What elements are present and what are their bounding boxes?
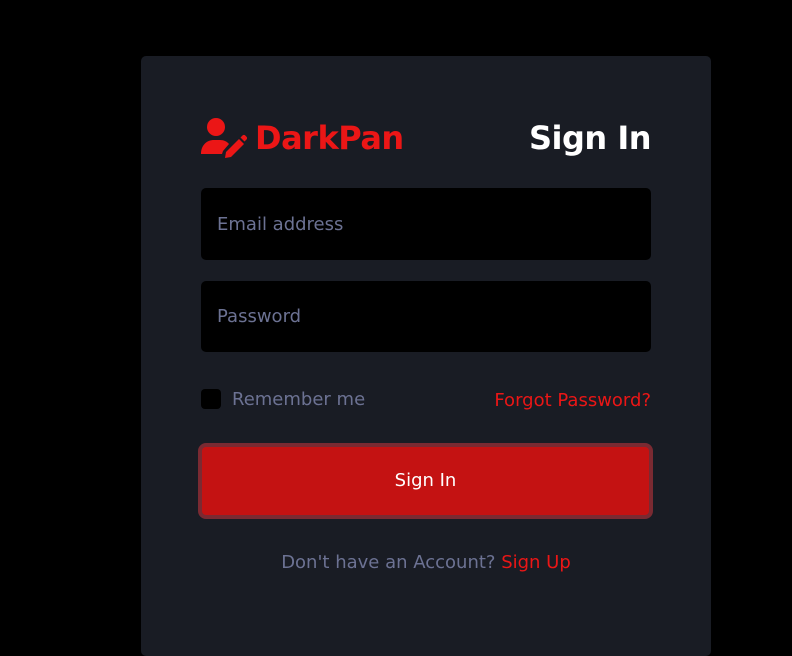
page-title: Sign In [528, 119, 652, 157]
password-field-container [201, 281, 651, 352]
email-field-container [201, 188, 651, 260]
email-input[interactable] [201, 188, 651, 260]
brand-name: DarkPan [255, 119, 404, 157]
password-input[interactable] [201, 281, 651, 352]
card-header: DarkPan Sign In [201, 116, 652, 160]
signup-prompt: Don't have an Account? Sign Up [141, 552, 711, 573]
forgot-password-link[interactable]: Forgot Password? [494, 390, 651, 411]
options-row: Remember me Forgot Password? [201, 386, 651, 414]
signup-prompt-text: Don't have an Account? [281, 552, 502, 573]
remember-me-checkbox[interactable] [201, 389, 221, 409]
sign-in-button[interactable]: Sign In [198, 443, 653, 519]
brand-logo[interactable]: DarkPan [201, 116, 404, 160]
signin-card: DarkPan Sign In Remember me Forgot Passw… [141, 56, 711, 656]
user-edit-icon [201, 118, 248, 158]
remember-me-label: Remember me [232, 388, 366, 410]
remember-me[interactable]: Remember me [201, 386, 365, 412]
sign-up-link[interactable]: Sign Up [501, 552, 571, 573]
